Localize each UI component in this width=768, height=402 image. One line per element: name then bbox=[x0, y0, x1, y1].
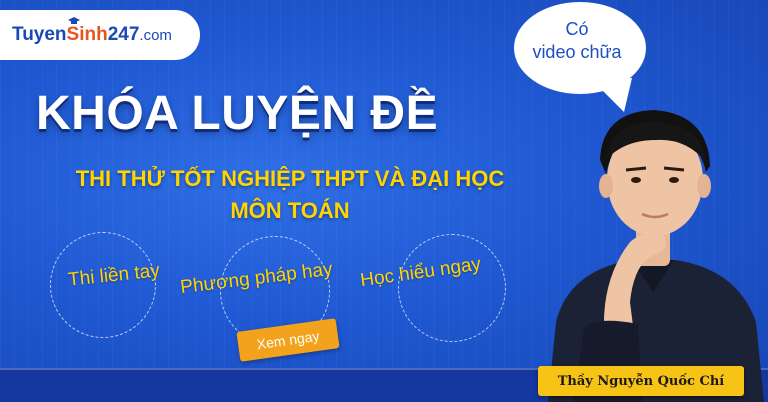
logo-text-tuyen: Tuyen bbox=[12, 24, 67, 45]
feature-circle-3 bbox=[398, 234, 506, 342]
promo-banner: Tuyen Sinh 247 .com Có video chữa KHÓA L… bbox=[0, 0, 768, 402]
course-title: KHÓA LUYỆN ĐỀ bbox=[36, 87, 439, 140]
logo-sinh-label: Sinh bbox=[66, 24, 108, 45]
graduation-cap-icon bbox=[67, 17, 80, 24]
course-subtitle: THI THỬ TỐT NGHIỆP THPT VÀ ĐẠI HỌC MÔN T… bbox=[40, 163, 540, 227]
bubble-line-2: video chữa bbox=[532, 42, 622, 62]
logo-text-sinh: Sinh bbox=[66, 17, 108, 46]
site-logo[interactable]: Tuyen Sinh 247 .com bbox=[0, 10, 200, 60]
subtitle-line-1: THI THỬ TỐT NGHIỆP THPT VÀ ĐẠI HỌC bbox=[75, 166, 505, 191]
logo-text-domain: .com bbox=[139, 26, 172, 44]
bubble-line-1: Có bbox=[565, 19, 589, 39]
teacher-photo bbox=[548, 110, 764, 402]
teacher-name-tag: Thầy Nguyễn Quốc Chí bbox=[538, 366, 744, 396]
logo-text-247: 247 bbox=[107, 24, 140, 45]
subtitle-line-2: MÔN TOÁN bbox=[230, 198, 350, 223]
video-bubble-text: Có video chữa bbox=[512, 18, 642, 64]
